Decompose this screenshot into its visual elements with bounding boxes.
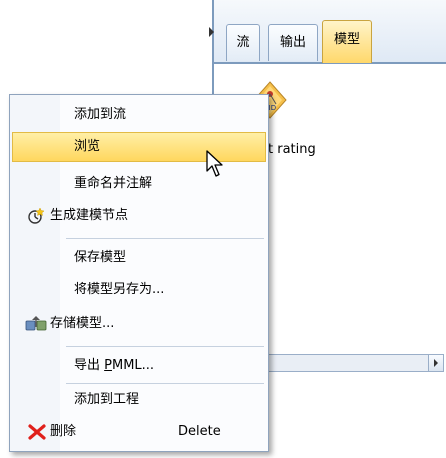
menu-item-label: 将模型另存为... [74,282,165,297]
menu-item-shortcut: Delete [178,424,221,439]
menu-item-label: 保存模型 [74,250,127,265]
menu-item-label: 重命名并注解 [74,176,153,191]
menu-item-label: 添加到工程 [74,392,140,407]
menu-item-mnemonic: P [104,358,112,373]
menu-item-store-model[interactable]: 存储模型... [12,309,266,339]
menu-item-label: 存储模型... [50,316,115,331]
menu-item-label-prefix: 导出 [74,358,105,373]
tab-models[interactable]: 模型 [322,20,372,63]
menu-separator [66,383,264,384]
menu-item-generate-modeling-node[interactable]: 生成建模节点 [12,201,266,231]
menu-item-browse[interactable]: 浏览 [12,132,266,162]
menu-item-save-model[interactable]: 保存模型 [12,243,266,273]
manager-tabstrip: 流 输出 模型 [214,0,446,64]
delete-x-icon [28,424,46,440]
menu-item-label-suffix: MML... [111,358,155,373]
tab-streams[interactable]: 流 [226,24,260,61]
menu-separator [66,346,264,347]
store-model-icon [25,316,47,331]
mouse-cursor-icon [206,150,223,177]
wand-icon [28,207,45,224]
menu-item-export-pmml[interactable]: 导出 PMML... [12,351,266,381]
scroll-right-button[interactable] [428,355,443,371]
tab-outputs[interactable]: 输出 [268,24,318,61]
menu-item-save-model-as[interactable]: 将模型另存为... [12,275,266,305]
context-menu: 添加到流 浏览 重命名并注解 生成建模节点 保存模型 将模型另存为... 存储模… [9,94,269,452]
menu-item-label: 导出 PMML... [74,351,154,381]
menu-item-delete[interactable]: 删除 Delete [12,417,266,447]
model-nugget-label: t rating [268,142,316,157]
menu-item-rename-annotate[interactable]: 重命名并注解 [12,169,266,199]
splitter-arrow-icon[interactable] [209,27,214,37]
menu-item-label: 浏览 [74,139,101,154]
menu-separator [66,238,264,239]
menu-item-add-to-project[interactable]: 添加到工程 [12,385,266,415]
menu-item-label: 生成建模节点 [50,208,129,223]
menu-item-add-to-stream[interactable]: 添加到流 [12,100,266,130]
menu-item-label: 添加到流 [74,107,127,122]
menu-item-label: 删除 [50,424,77,439]
